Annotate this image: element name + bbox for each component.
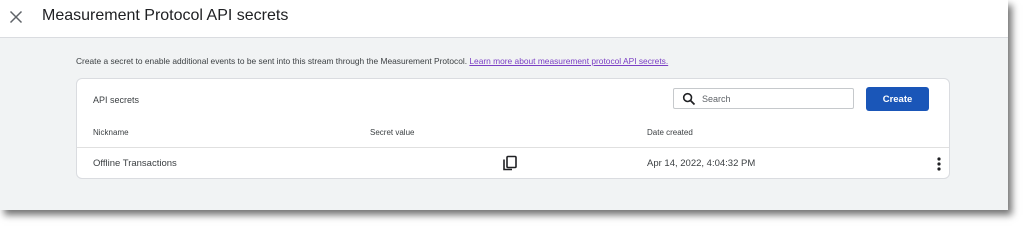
- column-header-date-created: Date created: [647, 128, 693, 137]
- row-divider: [77, 147, 949, 148]
- column-header-nickname: Nickname: [93, 128, 129, 137]
- more-vert-icon[interactable]: [934, 156, 944, 172]
- create-button[interactable]: Create: [866, 87, 929, 111]
- copy-icon[interactable]: [501, 154, 519, 172]
- search-box[interactable]: [673, 88, 854, 109]
- card-title: API secrets: [93, 95, 140, 105]
- info-description: Create a secret to enable additional eve…: [76, 56, 470, 66]
- secret-date-created: Apr 14, 2022, 4:04:32 PM: [647, 158, 756, 169]
- learn-more-link[interactable]: Learn more about measurement protocol AP…: [469, 56, 668, 66]
- api-secrets-panel: Measurement Protocol API secrets Create …: [0, 0, 1008, 210]
- api-secrets-card: API secrets Create Nickname Secret value…: [76, 78, 950, 179]
- close-icon[interactable]: [6, 7, 26, 27]
- search-icon: [682, 92, 696, 106]
- info-text: Create a secret to enable additional eve…: [76, 56, 668, 66]
- panel-header: Measurement Protocol API secrets: [0, 0, 1008, 38]
- search-input[interactable]: [702, 91, 847, 106]
- page-title: Measurement Protocol API secrets: [42, 7, 289, 24]
- secret-nickname: Offline Transactions: [93, 158, 177, 169]
- column-header-secret-value: Secret value: [370, 128, 415, 137]
